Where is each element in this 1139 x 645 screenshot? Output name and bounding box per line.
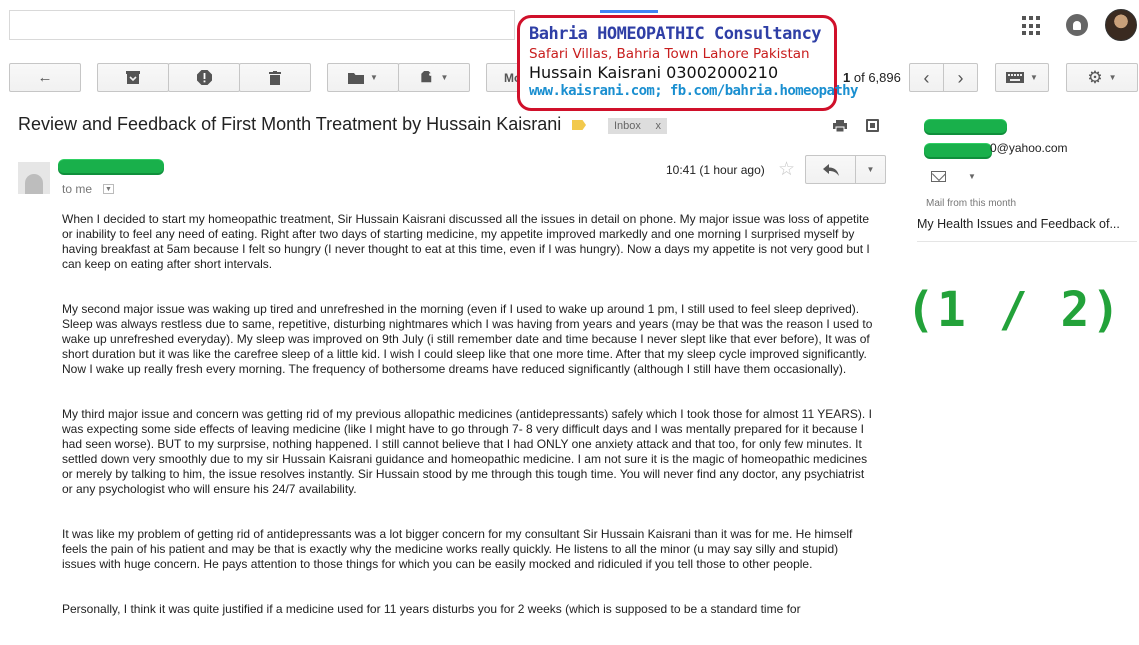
move-to-button[interactable]: ▼ <box>327 63 399 92</box>
star-icon[interactable]: ☆ <box>778 158 795 181</box>
input-tools-button[interactable]: ▼ <box>995 63 1049 92</box>
promo-website: www.kaisrani.com; fb.com/bahria.homeopat… <box>529 83 858 99</box>
chevron-down-icon: ▼ <box>370 73 378 82</box>
show-details-chevron-icon[interactable]: ▼ <box>103 184 114 194</box>
sender-avatar <box>18 162 50 194</box>
print-icon[interactable] <box>833 120 847 132</box>
reply-button[interactable] <box>805 155 856 184</box>
promo-title: Bahria HOMEOPATHIC Consultancy <box>529 24 822 44</box>
active-tab-indicator <box>600 10 658 13</box>
promo-contact: Hussain Kaisrani 03002000210 <box>529 63 779 82</box>
sidebar-related-mail[interactable]: My Health Issues and Feedback of... <box>917 217 1120 231</box>
message-paragraph: When I decided to start my homeopathic t… <box>62 212 870 271</box>
arrow-left-icon: ← <box>37 69 53 86</box>
chevron-right-icon: › <box>957 67 964 88</box>
email-subject: Review and Feedback of First Month Treat… <box>18 114 562 134</box>
message-more-button[interactable]: ▼ <box>855 155 886 184</box>
page-counter: (1 / 2) <box>906 282 1123 338</box>
chevron-down-icon: ▼ <box>866 165 875 174</box>
message-timestamp: 10:41 (1 hour ago) <box>666 163 765 177</box>
reply-icon <box>822 163 839 176</box>
report-spam-icon <box>196 70 212 85</box>
folder-icon <box>348 72 365 84</box>
archive-icon <box>126 70 140 84</box>
newer-button[interactable]: ‹ <box>909 63 944 92</box>
settings-button[interactable]: ⚙ ▼ <box>1066 63 1138 92</box>
sidebar-heading: Mail from this month <box>926 198 1017 209</box>
promo-address: Safari Villas, Bahria Town Lahore Pakist… <box>529 46 810 62</box>
chevron-down-icon: ▼ <box>1030 73 1038 82</box>
message-paragraph: My second major issue was waking up tire… <box>62 302 873 376</box>
trash-icon <box>269 70 281 85</box>
message-paragraph: Personally, I think it was quite justifi… <box>62 602 801 616</box>
chevron-left-icon: ‹ <box>923 67 930 88</box>
back-button[interactable]: ← <box>9 63 81 92</box>
notifications-bell-icon[interactable] <box>1066 14 1088 36</box>
chevron-down-icon: ▼ <box>440 73 449 82</box>
inbox-label-chip[interactable]: Inbox x <box>608 118 667 134</box>
label-icon <box>420 70 432 82</box>
older-button[interactable]: › <box>943 63 978 92</box>
delete-button[interactable] <box>239 63 311 92</box>
redacted-email-prefix <box>924 144 992 157</box>
promo-watermark: Bahria HOMEOPATHIC Consultancy Safari Vi… <box>517 15 858 111</box>
chevron-down-icon[interactable]: ▼ <box>968 172 976 181</box>
mail-icon[interactable] <box>931 171 946 182</box>
inbox-label-text: Inbox <box>614 120 641 132</box>
search-input[interactable] <box>9 10 515 40</box>
apps-grid-icon[interactable] <box>1022 16 1042 36</box>
message-paragraph: It was like my problem of getting rid of… <box>62 527 853 571</box>
message-paragraph: My third major issue and concern was get… <box>62 407 872 496</box>
redacted-contact-name <box>924 120 1007 133</box>
contact-email: 0@yahoo.com <box>990 141 1068 155</box>
gear-icon: ⚙ <box>1087 68 1103 87</box>
keyboard-icon <box>1006 72 1025 83</box>
report-spam-button[interactable] <box>168 63 240 92</box>
remove-label-button[interactable]: x <box>656 118 662 134</box>
chevron-down-icon: ▼ <box>1108 73 1117 82</box>
sidebar-divider <box>917 241 1137 242</box>
recipient-label: to me <box>62 182 93 196</box>
message-body: When I decided to start my homeopathic t… <box>62 212 874 645</box>
account-avatar[interactable] <box>1105 9 1137 41</box>
open-in-new-window-icon[interactable] <box>866 119 879 132</box>
archive-button[interactable] <box>97 63 169 92</box>
redacted-sender-name <box>58 160 164 173</box>
important-marker-icon[interactable] <box>572 120 586 130</box>
labels-button[interactable]: ▼ <box>398 63 470 92</box>
